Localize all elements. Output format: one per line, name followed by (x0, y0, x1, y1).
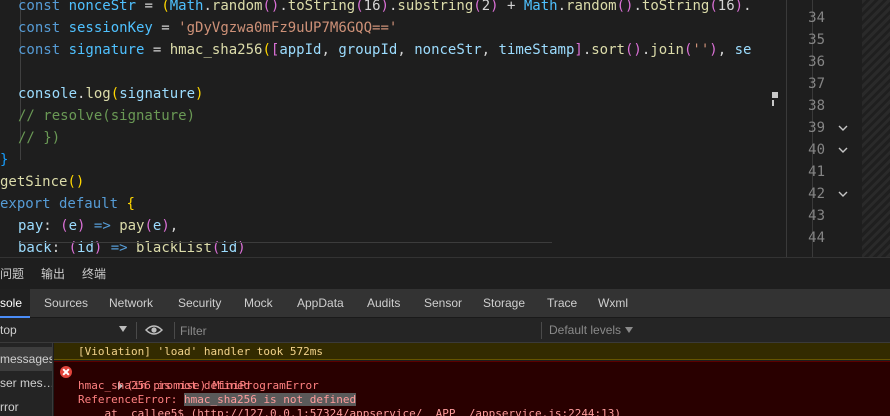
console-sidebar: messages ser mes… rror (0, 343, 53, 416)
console-warning: [Violation] 'load' handler took 572ms (54, 343, 890, 360)
tab-problems[interactable]: 问题 (0, 258, 24, 290)
code-editor[interactable]: const nonceStr = (Math.random().toString… (0, 0, 890, 257)
error-reference: ReferenceError: hmac_sha256 is not defin… (78, 393, 357, 406)
tab-appdata[interactable]: AppData (297, 289, 344, 318)
levels-select[interactable]: Default levels (549, 318, 621, 343)
line-number: 44 (808, 230, 825, 246)
line-number: 38 (808, 98, 825, 114)
line-number: 37 (808, 76, 825, 92)
fold-chevron-icon[interactable] (838, 189, 848, 199)
error-head[interactable]: (in promise) MiniProgramError (78, 365, 319, 392)
filter-input[interactable] (180, 321, 540, 340)
fold-chevron-icon[interactable] (838, 145, 848, 155)
code-line: // resolve(signature) (18, 108, 196, 124)
tab-sources[interactable]: Sources (44, 289, 88, 318)
divider (541, 322, 542, 339)
code-line: const nonceStr = (Math.random().toString… (18, 0, 752, 14)
divider (136, 322, 137, 339)
sidebar-item-user-messages[interactable]: ser mes… (0, 371, 52, 395)
devtools-tabs: sole Sources Network Security Mock AppDa… (0, 289, 890, 318)
tab-storage[interactable]: Storage (483, 289, 525, 318)
error-message: hmac_sha256 is not defined (78, 379, 251, 392)
divider (174, 322, 175, 339)
console-error: (in promise) MiniProgramError hmac_sha25… (54, 361, 890, 416)
fold-chevron-icon[interactable] (838, 123, 848, 133)
tab-audits[interactable]: Audits (367, 289, 400, 318)
code-line: back: (id) => blackList(id) (18, 240, 246, 256)
error-stack[interactable]: at _callee5$ (http://127.0.0.1:57324/app… (78, 407, 621, 416)
line-number: 34 (808, 10, 825, 26)
tab-sensor[interactable]: Sensor (424, 289, 462, 318)
console-output[interactable]: [Violation] 'load' handler took 572ms (i… (54, 343, 890, 416)
line-number: 35 (808, 32, 825, 48)
code-line: export default { (0, 196, 135, 212)
tab-wxml[interactable]: Wxml (598, 289, 628, 318)
sidebar-item-messages[interactable]: messages (0, 347, 52, 371)
divider (20, 242, 552, 243)
line-number: 36 (808, 54, 825, 70)
sidebar-item-errors[interactable]: rror (0, 395, 52, 416)
context-select[interactable]: top (0, 318, 135, 343)
console-toolbar: top Default levels (0, 318, 890, 343)
error-icon (60, 366, 72, 378)
line-number: 39 (808, 120, 825, 136)
dropdown-arrow-icon (119, 326, 127, 332)
code-line: console.log(signature) (18, 86, 204, 102)
code-line: const signature = hmac_sha256([appId, gr… (18, 42, 752, 58)
line-number: 43 (808, 208, 825, 224)
line-number: 40 (808, 142, 825, 158)
tab-trace[interactable]: Trace (547, 289, 577, 318)
tab-console[interactable]: sole (0, 289, 31, 318)
code-line: } (0, 152, 9, 168)
code-area[interactable]: const nonceStr = (Math.random().toString… (0, 0, 785, 257)
code-line: getSince() (0, 174, 85, 190)
tab-output[interactable]: 输出 (41, 258, 65, 290)
tab-network[interactable]: Network (109, 289, 153, 318)
line-number: 42 (808, 186, 825, 202)
code-line: // }) (18, 130, 61, 146)
dropdown-arrow-icon (625, 327, 633, 333)
code-line: pay: (e) => pay(e), (18, 218, 179, 234)
tab-security[interactable]: Security (178, 289, 221, 318)
eye-icon[interactable] (145, 323, 163, 337)
minimap[interactable] (768, 0, 786, 257)
panel-tabs: 问题 输出 终端 (0, 257, 890, 289)
minimap-marker (772, 100, 774, 106)
line-number: 41 (808, 164, 825, 180)
context-value: top (0, 323, 17, 337)
minimap-marker (772, 92, 778, 98)
error-highlight: hmac_sha256 is not defined (183, 393, 357, 406)
code-line: const sessionKey = 'gDyVgzwa0mFz9uUP7M6G… (18, 20, 398, 36)
tab-terminal[interactable]: 终端 (82, 258, 106, 290)
tab-mock[interactable]: Mock (244, 289, 273, 318)
editor-scrollbar[interactable] (862, 0, 890, 257)
